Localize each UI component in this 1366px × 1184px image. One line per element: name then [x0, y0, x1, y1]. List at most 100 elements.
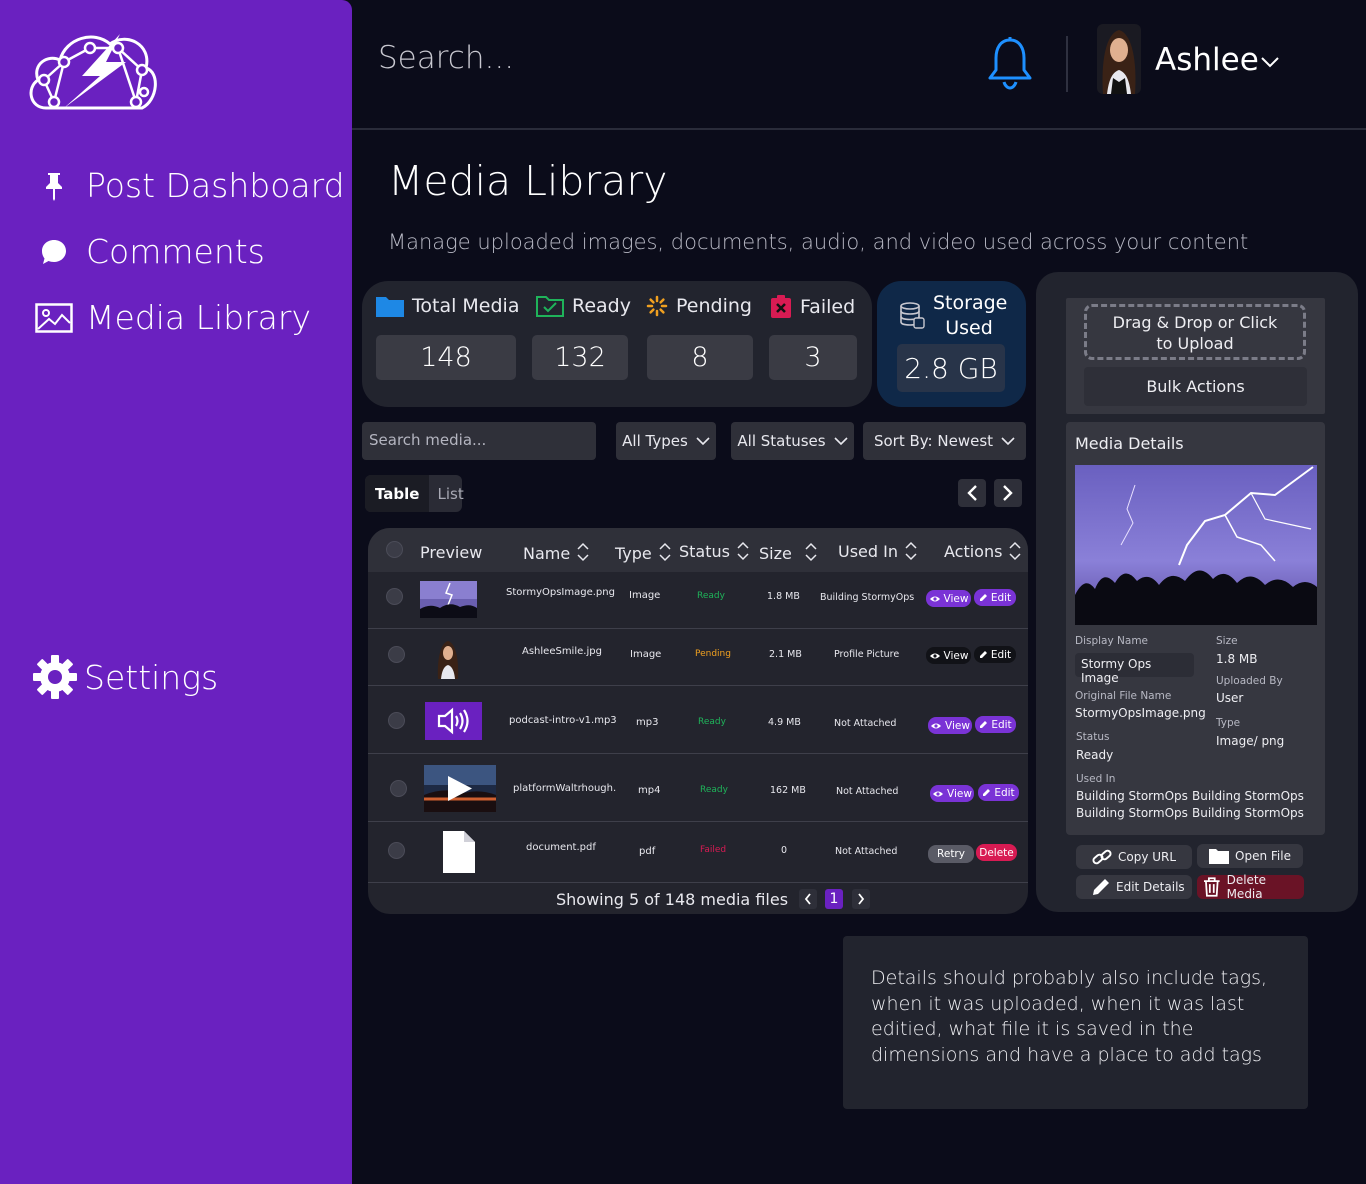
header-divider: [1066, 36, 1068, 92]
folder-icon: [376, 295, 404, 317]
bulk-actions-button[interactable]: Bulk Actions: [1084, 367, 1307, 406]
stat-ready-label: Ready: [536, 295, 631, 317]
column-header-status[interactable]: Status: [679, 540, 750, 562]
edit-button[interactable]: Edit: [974, 589, 1016, 606]
display-name-field[interactable]: Stormy Ops Image: [1075, 653, 1194, 685]
table-header: Preview Name Type Status Size Used In Ac…: [368, 528, 1028, 572]
eye-icon: [929, 653, 940, 658]
media-search-input[interactable]: Search media...: [362, 422, 596, 460]
delete-button[interactable]: Delete: [976, 844, 1017, 861]
row-status: Failed: [700, 845, 727, 855]
next-page-button[interactable]: [852, 889, 870, 909]
sidebar-item-media-library[interactable]: Media Library: [34, 298, 311, 337]
view-button[interactable]: View: [930, 785, 974, 802]
row-checkbox[interactable]: [388, 646, 405, 663]
sidebar-item-comments[interactable]: Comments: [34, 232, 265, 271]
thumbnail-video: [424, 765, 496, 812]
delete-media-button[interactable]: Delete Media: [1197, 873, 1304, 901]
row-checkbox[interactable]: [390, 780, 407, 797]
chevron-down-icon: [834, 436, 848, 445]
used-in-value: Building StormOps: [1076, 806, 1188, 820]
thumbnail-avatar: [435, 637, 461, 679]
chevron-right-icon: [1003, 485, 1013, 501]
used-in-value: Building StormOps: [1192, 789, 1304, 803]
eye-icon: [929, 596, 940, 601]
stat-failed-value: 3: [769, 335, 857, 380]
sidebar-item-post-dashboard[interactable]: Post Dashboard: [34, 166, 345, 205]
table-row[interactable]: StormyOpsImage.png Image Ready 1.8 MB Bu…: [368, 572, 1028, 629]
media-details-title: Media Details: [1075, 434, 1184, 453]
select-all-checkbox[interactable]: [386, 541, 403, 558]
row-used-in: Profile Picture: [834, 649, 900, 660]
status-filter-dropdown[interactable]: All Statuses: [731, 422, 854, 460]
uploaded-by-label: Uploaded By: [1216, 675, 1283, 687]
pencil-icon: [979, 594, 987, 601]
table-view-button[interactable]: Table: [365, 475, 430, 512]
edit-button[interactable]: Edit: [978, 784, 1019, 801]
logo-icon: [29, 34, 157, 110]
prev-page-button[interactable]: [799, 889, 817, 909]
copy-url-button[interactable]: Copy URL: [1076, 845, 1192, 869]
view-button[interactable]: View: [928, 717, 972, 734]
stats-card: Total Media Ready Pending Failed 148 132…: [362, 281, 872, 407]
used-in-value: Building StormOps: [1076, 789, 1188, 803]
column-header-used-in[interactable]: Used In: [838, 540, 918, 562]
row-checkbox[interactable]: [388, 842, 405, 859]
user-name[interactable]: Ashlee: [1155, 42, 1259, 78]
eye-icon: [933, 791, 944, 796]
open-file-button[interactable]: Open File: [1197, 844, 1303, 868]
column-header-size[interactable]: Size: [759, 540, 818, 563]
row-name: AshleeSmile.jpg: [522, 646, 602, 657]
chevron-down-icon[interactable]: [1260, 56, 1280, 68]
edit-button[interactable]: Edit: [974, 646, 1016, 663]
table-row[interactable]: platformWaltrhough. mp4 Ready 162 MB Not…: [368, 754, 1028, 822]
edit-button[interactable]: Edit: [975, 716, 1016, 733]
list-view-button[interactable]: List: [429, 485, 471, 503]
sort-dropdown[interactable]: Sort By: Newest: [863, 422, 1026, 460]
sidebar-item-settings[interactable]: Settings: [32, 654, 218, 700]
upload-dropzone[interactable]: Drag & Drop or Click to Upload: [1084, 304, 1306, 360]
sort-icon: [904, 540, 918, 562]
stat-failed-label: Failed: [770, 295, 855, 319]
size-label: Size: [1216, 635, 1238, 647]
row-type: Image: [629, 590, 661, 601]
view-button[interactable]: View: [926, 647, 971, 664]
avatar[interactable]: [1097, 24, 1141, 94]
row-used-in: Not Attached: [835, 846, 898, 857]
document-icon: [442, 830, 476, 874]
page-title: Media Library: [388, 157, 668, 205]
column-header-name[interactable]: Name: [523, 540, 590, 563]
pencil-icon: [983, 789, 991, 796]
database-icon: [900, 302, 925, 329]
annotation-note-text: Details should probably also include tag…: [871, 967, 1268, 1066]
retry-button[interactable]: Retry: [928, 845, 974, 863]
view-button[interactable]: View: [926, 590, 971, 607]
column-header-type[interactable]: Type: [615, 540, 672, 563]
folder-check-icon: [536, 295, 564, 317]
status-value: Ready: [1076, 748, 1114, 762]
row-size: 4.9 MB: [768, 717, 801, 728]
row-size: 1.8 MB: [767, 591, 800, 602]
page-subtitle: Manage uploaded images, documents, audio…: [388, 230, 1249, 254]
page-number-button[interactable]: 1: [825, 889, 843, 909]
type-filter-dropdown[interactable]: All Types: [616, 422, 716, 460]
row-type: Image: [630, 649, 662, 660]
global-search-input[interactable]: Search...: [378, 40, 514, 76]
eye-icon: [931, 723, 942, 728]
chevron-left-icon: [967, 485, 977, 501]
prev-arrow-button[interactable]: [958, 479, 986, 507]
row-name: StormyOpsImage.png: [506, 587, 615, 598]
bell-icon[interactable]: [986, 36, 1034, 90]
table-row[interactable]: podcast-intro-v1.mp3 mp3 Ready 4.9 MB No…: [368, 686, 1028, 754]
next-arrow-button[interactable]: [994, 479, 1022, 507]
table-row[interactable]: document.pdf pdf Failed 0 Not Attached R…: [368, 822, 1028, 883]
row-checkbox[interactable]: [386, 588, 403, 605]
edit-details-button[interactable]: Edit Details: [1076, 875, 1192, 899]
storage-value: 2.8 GB: [897, 344, 1005, 392]
thumbnail-audio: [425, 702, 482, 740]
row-checkbox[interactable]: [388, 712, 405, 729]
stat-total-value: 148: [376, 335, 516, 380]
table-row[interactable]: AshleeSmile.jpg Image Pending 2.1 MB Pro…: [368, 629, 1028, 686]
sort-icon: [1008, 540, 1022, 562]
pencil-icon: [979, 651, 987, 658]
